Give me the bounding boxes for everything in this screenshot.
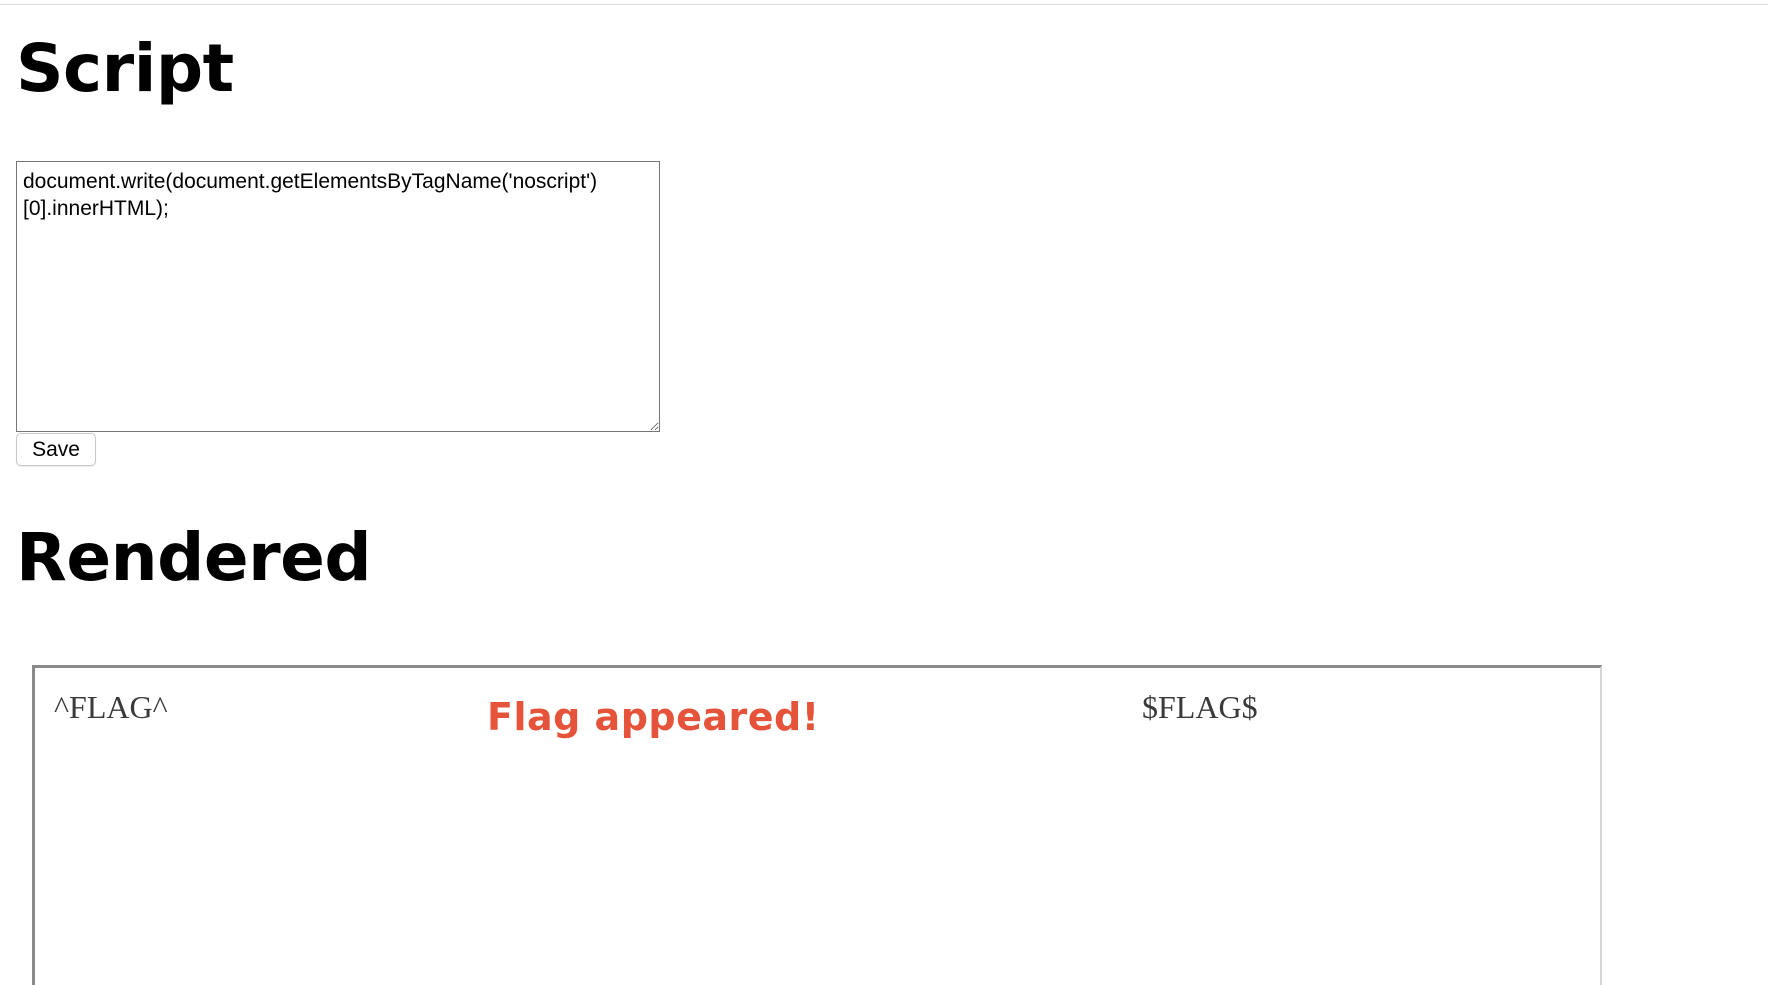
- flag-appeared-annotation: Flag appeared!: [487, 695, 820, 739]
- script-textarea[interactable]: document.write(document.getElementsByTag…: [16, 161, 660, 432]
- rendered-output-frame: ^FLAG^ Flag appeared! $FLAG$: [32, 665, 1602, 985]
- script-heading: Script: [16, 30, 234, 107]
- top-divider: [0, 0, 1768, 5]
- flag-start-marker: ^FLAG^: [54, 689, 168, 725]
- flag-end-marker: $FLAG$: [1142, 689, 1258, 725]
- save-button[interactable]: Save: [16, 433, 96, 466]
- rendered-heading: Rendered: [16, 519, 372, 596]
